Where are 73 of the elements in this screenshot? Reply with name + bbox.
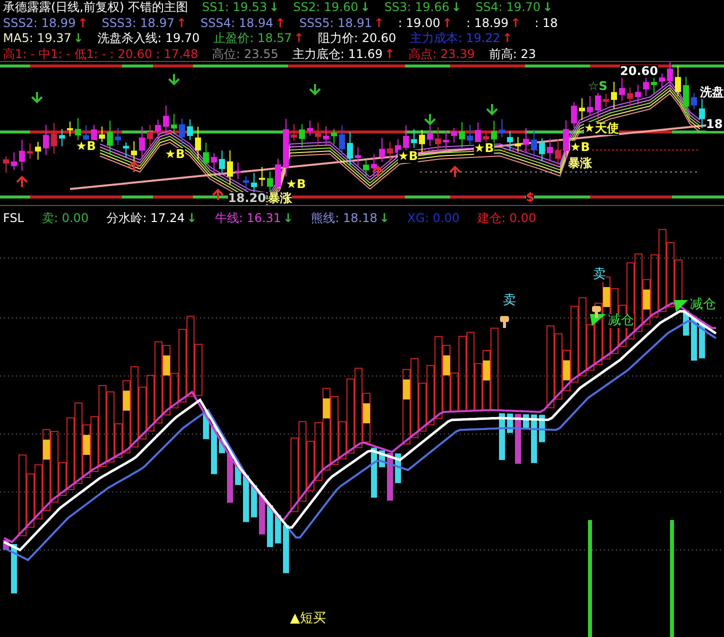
- chart-label: 18.20: [228, 192, 266, 206]
- chart-label: ☆S: [588, 80, 608, 94]
- trend-arrow: ↑: [442, 16, 452, 31]
- indicator-value: 高位: 23.55: [212, 46, 278, 62]
- indicator-value: SSS2: 18.99: [3, 16, 76, 31]
- indicator-value: 阻力价: 20.60: [318, 31, 396, 46]
- indicator-value: 建仓: 0.00: [478, 211, 536, 226]
- chart-label: 洗盘: [700, 86, 724, 100]
- down-arrow-icon: [309, 83, 321, 96]
- indicator-value: XG: 0.00: [407, 211, 460, 226]
- trend-arrow: ↓: [73, 31, 84, 46]
- indicator-value: 主力成本: 19.22: [410, 31, 500, 46]
- chart-label: 暴涨: [268, 192, 292, 206]
- trend-arrow: ↓: [269, 0, 280, 16]
- chart-label: ★天使: [584, 122, 619, 136]
- trend-arrow: ↑: [502, 31, 512, 46]
- chart-label: 卖: [503, 294, 516, 308]
- indicator-value: SS4: 19.70: [475, 0, 541, 16]
- up-arrow-icon: [449, 166, 461, 178]
- indicator-value: SS3: 19.66: [384, 0, 450, 16]
- trend-arrow: ↓: [542, 0, 553, 16]
- indicator-value: SSS4: 18.94: [200, 16, 274, 31]
- trend-arrow: ↓: [451, 0, 462, 16]
- trend-arrow: ↑: [78, 16, 88, 31]
- indicator-value: : 19.00: [398, 16, 440, 31]
- indicator-value: SSS3: 18.97: [102, 16, 174, 31]
- chart-label: 暴涨: [568, 157, 592, 170]
- trend-arrow: ↑: [176, 16, 187, 31]
- chart-label: 卖: [593, 268, 606, 282]
- indicator-value: 熊线: 18.18: [311, 211, 378, 226]
- indicator-value: 主力底仓: 11.69: [292, 46, 383, 62]
- trend-arrow: ↓: [360, 0, 370, 16]
- chart-label: 减仓: [690, 298, 716, 312]
- trend-arrow: ↓: [379, 211, 390, 226]
- trend-arrow: ↓: [283, 211, 294, 226]
- down-arrow-icon: [31, 91, 43, 104]
- chart-label: ★B: [474, 142, 494, 156]
- indicator-value: 高点: 23.39: [408, 46, 475, 62]
- down-arrow-icon: [486, 103, 498, 116]
- chart-label: 20.60: [620, 65, 658, 78]
- chart-label: $: [526, 191, 534, 204]
- indicator-value: 牛线: 16.31: [214, 211, 282, 226]
- down-arrow-icon: [424, 113, 436, 126]
- indicator-value: 高1: - 中1: - 低1: - : 20.60 : 17.48: [3, 46, 198, 62]
- indicator-value: 止盈价: 18.57: [214, 31, 292, 46]
- indicator-value: SS2: 19.60: [293, 0, 358, 16]
- indicator-value: : 18.99: [466, 16, 509, 31]
- trend-arrow: ↑: [384, 46, 395, 62]
- trend-arrow: ↑: [294, 31, 304, 46]
- chart-label: ▲短买: [290, 612, 326, 626]
- indicator-value: : 18: [534, 16, 558, 31]
- indicator-value: 承德露露(日线,前复权) 不错的主图: [3, 0, 188, 16]
- trend-arrow: ↑: [510, 16, 521, 31]
- triangle-icon: [674, 300, 688, 312]
- trend-arrow: ↓: [186, 211, 197, 226]
- up-arrow-icon: [128, 160, 140, 174]
- indicator-value: 洗盘杀入线: 19.70: [97, 31, 200, 46]
- indicator-value: FSL: [3, 211, 24, 226]
- trend-arrow: ↑: [374, 16, 384, 31]
- trend-arrow: ↑: [275, 16, 286, 31]
- indicator-value: 卖: 0.00: [42, 211, 89, 226]
- up-arrow-icon: [372, 166, 384, 178]
- chart-label: 减仓: [608, 314, 634, 328]
- indicator-value: SS1: 19.53: [202, 0, 268, 16]
- up-arrow-icon: [16, 176, 28, 188]
- indicator-value: MA5: 19.37: [3, 31, 72, 46]
- chart-label: 18.: [706, 118, 724, 132]
- chart-label: ★B: [398, 150, 418, 164]
- indicator-value: 前高: 23: [488, 46, 536, 62]
- indicator-value: SSS5: 18.91: [299, 16, 372, 31]
- down-arrow-icon: [168, 73, 180, 86]
- indicator-value: 分水岭: 17.24: [106, 211, 185, 226]
- up-arrow-icon: [212, 188, 224, 202]
